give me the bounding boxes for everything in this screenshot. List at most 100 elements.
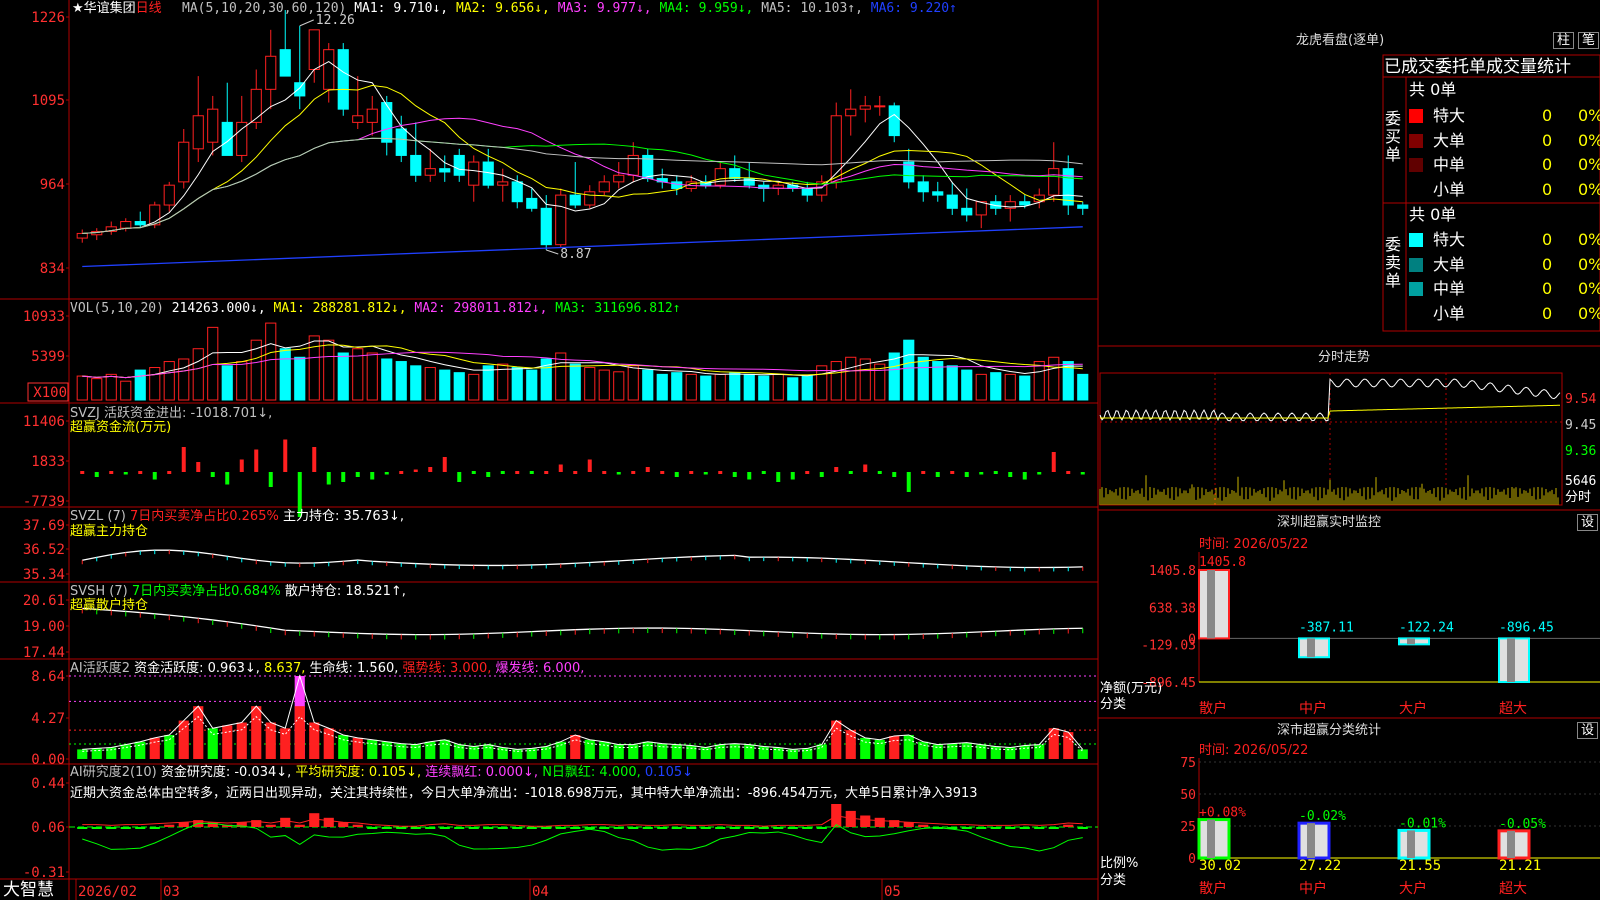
svzj-bar: [906, 472, 911, 492]
ai1-bar: [396, 743, 407, 759]
legend-swatch: [1409, 306, 1423, 321]
svzj-dot: [109, 471, 114, 474]
volume-bar: [395, 361, 407, 401]
monitor-bar-value: 1405.8: [1199, 555, 1246, 570]
svzj-dot: [167, 471, 172, 474]
ai2-bar: [77, 827, 88, 829]
volume-bar: [1033, 361, 1045, 401]
y-axis-label: 0.06: [31, 820, 65, 836]
candle-body: [337, 49, 349, 110]
ai2-bar: [613, 827, 624, 829]
stats-bar-shade: [1507, 830, 1515, 858]
svzj-bar: [428, 467, 433, 472]
svzj-bar: [225, 472, 230, 485]
y-axis-label: 35.34: [23, 567, 65, 583]
stats-bar-value: 30.02: [1199, 858, 1241, 874]
ai2-comment: 近期大资金总体由空转多，近两日出现异动，关注其持续性，今日大单净流出：-1018…: [70, 786, 978, 801]
ai1-bar: [193, 706, 204, 759]
ai1-bar: [280, 728, 291, 759]
svzj-bar: [863, 464, 868, 472]
legend-item: MA5: 10.103↑,: [761, 1, 871, 16]
dragon-row-count: 0: [1542, 106, 1553, 125]
ai2-bar: [729, 827, 740, 829]
candle-body: [250, 88, 262, 123]
dragon-row-name: 中单: [1433, 279, 1466, 298]
ai2-bar: [135, 827, 146, 829]
volume-bar: [787, 377, 799, 401]
dragon-row-count: 0: [1542, 303, 1553, 323]
intraday-frame: [1099, 372, 1563, 506]
candle-body: [120, 221, 132, 229]
candle-body: [410, 154, 422, 176]
period-label[interactable]: 日线: [136, 1, 162, 16]
sz-monitor-settings-button[interactable]: 设: [1577, 514, 1599, 531]
volume-bar: [149, 367, 161, 401]
svzj-bar: [935, 472, 940, 477]
low-marker: [546, 249, 559, 255]
y-axis-label: 834: [40, 261, 65, 277]
svzj-bar: [283, 439, 288, 472]
y-axis-label: 5399: [31, 349, 65, 365]
ai1-bar: [294, 706, 305, 759]
legend-item: MA2: 9.656↓,: [455, 1, 558, 16]
candle-body: [294, 82, 306, 97]
volume-bar: [598, 369, 610, 401]
dragon-row-pct: 0%: [1578, 303, 1600, 323]
x-axis-label: 2026/02: [78, 884, 137, 900]
ai2-bar: [338, 822, 349, 827]
candle-body: [265, 55, 277, 90]
sz-stats-settings-button[interactable]: 设: [1577, 722, 1599, 739]
legend-item: SVZL (7): [70, 509, 130, 524]
tick-mode-button[interactable]: 笔: [1578, 32, 1600, 49]
volume-bar: [1048, 356, 1060, 401]
volume-bar: [294, 356, 306, 401]
stats-y-label: 75: [1180, 756, 1196, 771]
candle-body: [917, 181, 929, 193]
candle-body: [497, 181, 509, 186]
dragon-row-name: 中单: [1433, 155, 1466, 174]
y-axis-label: 1095: [31, 93, 65, 109]
ai1-bar: [265, 722, 276, 759]
monitor-y-label: -129.03: [1141, 639, 1196, 654]
ai2-bar: [149, 827, 160, 829]
volume-bar: [874, 363, 886, 401]
sz-monitor-axis-label: 净额(万元): [1100, 681, 1163, 696]
volume-bar: [685, 373, 697, 401]
volume-bar: [758, 375, 770, 401]
candle-body: [236, 121, 248, 156]
ai2-bar: [1077, 827, 1088, 829]
monitor-y-label: 638.38: [1149, 601, 1196, 616]
ai2-bar: [990, 827, 1001, 829]
candle-body: [468, 161, 480, 186]
star-icon[interactable]: ★: [72, 1, 84, 16]
app-logo: 大智慧: [3, 880, 54, 900]
bar-mode-button[interactable]: 柱: [1553, 32, 1575, 49]
svzj-bar: [312, 447, 317, 472]
stats-y-label: 25: [1180, 820, 1196, 835]
volume-bar: [714, 373, 726, 401]
volume-bar: [830, 361, 842, 401]
volume-bar: [424, 367, 436, 401]
svzj-bar: [1037, 472, 1042, 475]
candle-body: [76, 232, 88, 239]
candle-body: [845, 108, 857, 117]
svzj-bar: [747, 472, 752, 480]
monitor-bar-shade: [1207, 570, 1215, 639]
volume-bar: [801, 375, 813, 401]
ai2-bar: [1048, 827, 1059, 829]
stats-bar-change: -0.01%: [1399, 816, 1446, 831]
ai2-bar: [657, 827, 668, 829]
ma-line: [82, 84, 1083, 234]
dragon-tabs[interactable]: 已成交委托单成交量统计: [1384, 57, 1571, 77]
stock-title[interactable]: ★华谊集团日线: [72, 1, 162, 16]
volume-bar: [975, 373, 987, 401]
ai1-bar: [555, 741, 566, 759]
ai1-bar: [251, 706, 262, 759]
ai1-bar: [526, 748, 537, 759]
candle-body: [439, 168, 451, 173]
svzj-bar: [442, 457, 447, 472]
legend-item: MA4: 9.959↓,: [659, 1, 762, 16]
ai2-bar: [744, 827, 755, 829]
svzj-bar: [210, 472, 215, 477]
svzj-dot: [877, 471, 882, 474]
